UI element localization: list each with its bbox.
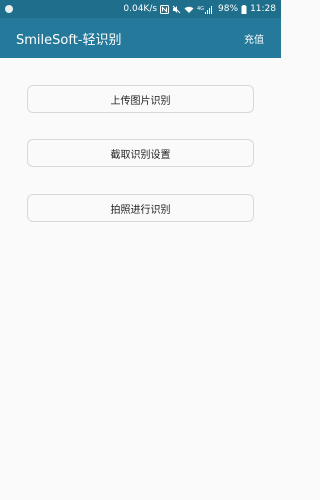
app-title: SmileSoft-轻识别 <box>16 32 122 48</box>
clock: 11:28 <box>250 4 276 14</box>
status-right: 0.04K/s 4G 98% 11:28 <box>123 4 276 14</box>
network-speed: 0.04K/s <box>123 4 158 14</box>
status-left <box>5 5 13 13</box>
battery-percent: 98% <box>218 4 239 14</box>
mute-icon <box>172 5 181 14</box>
upload-image-recognize-button[interactable]: 上传图片识别 <box>27 85 254 113</box>
main-content: 上传图片识别 截取识别设置 拍照进行识别 <box>0 58 281 500</box>
recharge-button[interactable]: 充值 <box>244 31 264 46</box>
battery-icon <box>241 4 247 14</box>
photo-recognize-button[interactable]: 拍照进行识别 <box>27 194 254 222</box>
app-bar: SmileSoft-轻识别 充值 <box>0 18 281 58</box>
status-bar: 0.04K/s 4G 98% 11:28 <box>0 0 281 18</box>
capture-recognize-settings-button[interactable]: 截取识别设置 <box>27 139 254 167</box>
nfc-icon <box>160 4 170 14</box>
wifi-icon <box>184 5 194 14</box>
signal-icon: 4G <box>197 5 215 14</box>
signal-label: 4G <box>197 6 204 12</box>
notification-icon <box>5 5 13 13</box>
